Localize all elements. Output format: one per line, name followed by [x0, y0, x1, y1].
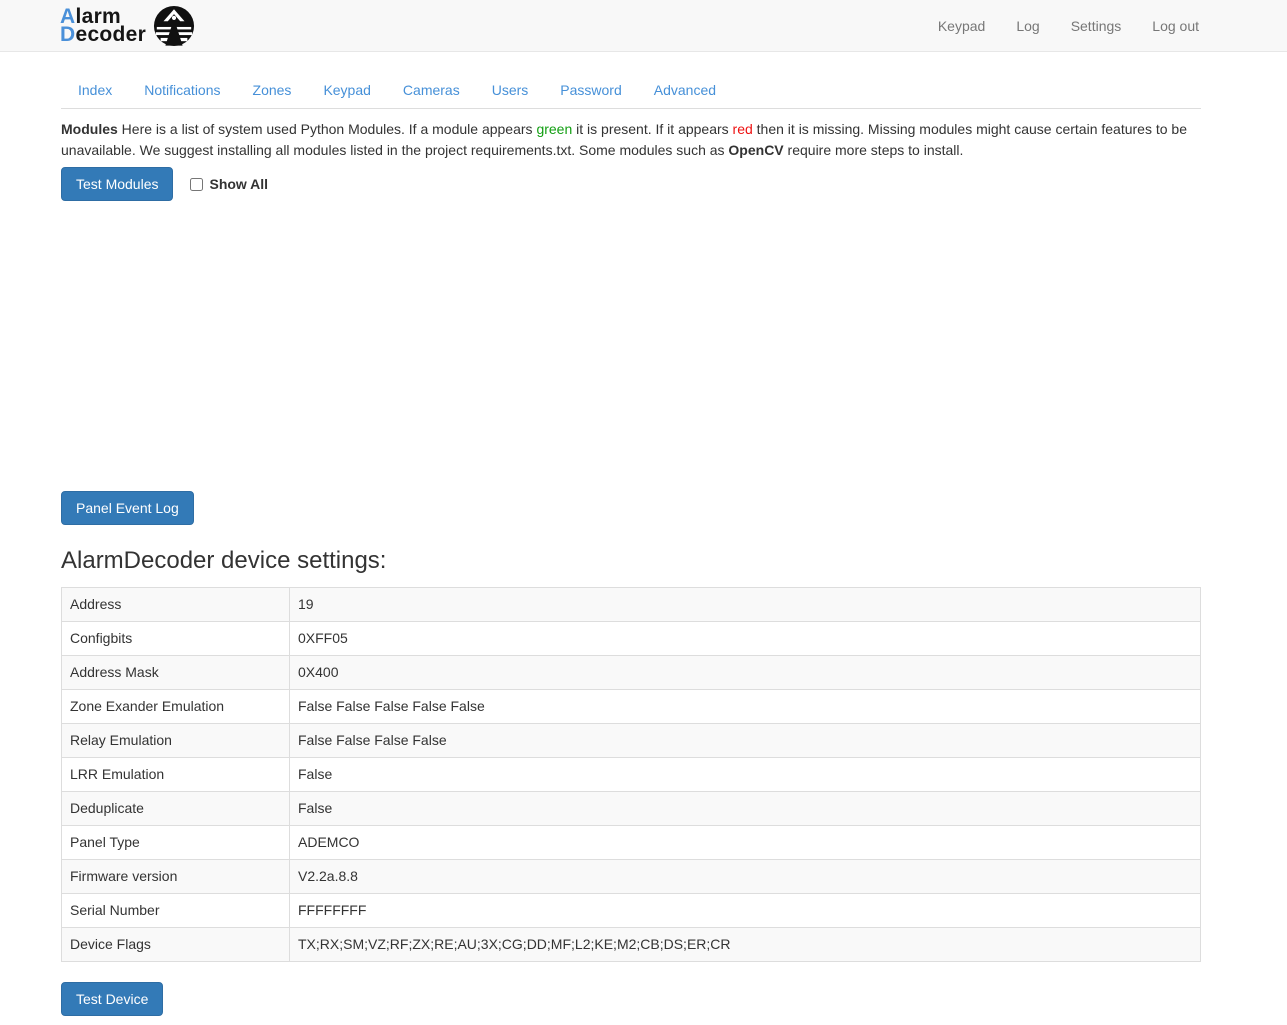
main-content: IndexNotificationsZonesKeypadCamerasUser…	[0, 72, 1201, 1016]
setting-label: Address	[62, 588, 290, 622]
table-row-deduplicate: DeduplicateFalse	[62, 792, 1201, 826]
text-segment: red	[733, 121, 753, 137]
setting-label: Relay Emulation	[62, 724, 290, 758]
setting-value: False	[290, 792, 1201, 826]
setting-value: 0XFF05	[290, 622, 1201, 656]
device-settings-table-body: Address19Configbits0XFF05Address Mask0X4…	[62, 588, 1201, 962]
setting-label: LRR Emulation	[62, 758, 290, 792]
tab-bar: IndexNotificationsZonesKeypadCamerasUser…	[61, 72, 1201, 109]
navbar-link-log[interactable]: Log	[1016, 18, 1039, 34]
setting-label: Panel Type	[62, 826, 290, 860]
show-all-checkbox[interactable]	[190, 178, 203, 191]
tab-advanced[interactable]: Advanced	[638, 72, 732, 108]
table-row-relay-emulation: Relay EmulationFalse False False False	[62, 724, 1201, 758]
setting-label: Address Mask	[62, 656, 290, 690]
modules-results-area	[61, 201, 1201, 491]
panel-event-log-button[interactable]: Panel Event Log	[61, 491, 194, 525]
show-all-label: Show All	[209, 176, 268, 192]
table-row-panel-type: Panel TypeADEMCO	[62, 826, 1201, 860]
setting-label: Firmware version	[62, 860, 290, 894]
top-navbar: Alarm Decoder Keypad Log Settings Log out	[0, 0, 1287, 52]
navbar-link-log-out[interactable]: Log out	[1152, 18, 1199, 34]
setting-value: TX;RX;SM;VZ;RF;ZX;RE;AU;3X;CG;DD;MF;L2;K…	[290, 928, 1201, 962]
setting-label: Deduplicate	[62, 792, 290, 826]
tab-zones[interactable]: Zones	[237, 72, 308, 108]
setting-value: 19	[290, 588, 1201, 622]
text-segment: Modules	[61, 121, 118, 137]
show-all-control[interactable]: Show All	[190, 176, 268, 192]
setting-value: False False False False False	[290, 690, 1201, 724]
setting-value: FFFFFFFF	[290, 894, 1201, 928]
tab-password[interactable]: Password	[544, 72, 637, 108]
setting-label: Zone Exander Emulation	[62, 690, 290, 724]
brand-line2: Decoder	[60, 26, 146, 44]
table-row-serial-number: Serial NumberFFFFFFFF	[62, 894, 1201, 928]
table-row-configbits: Configbits0XFF05	[62, 622, 1201, 656]
setting-label: Serial Number	[62, 894, 290, 928]
navbar-links: Keypad Log Settings Log out	[938, 18, 1199, 34]
navbar-link-keypad[interactable]: Keypad	[938, 18, 985, 34]
tab-users[interactable]: Users	[476, 72, 545, 108]
setting-value: ADEMCO	[290, 826, 1201, 860]
brand-letter-d: D	[60, 23, 75, 46]
text-segment: green	[536, 121, 572, 137]
alarmdecoder-brand[interactable]: Alarm Decoder	[60, 5, 195, 47]
alarmdecoder-lighthouse-icon	[153, 5, 195, 47]
brand-wordmark: Alarm Decoder	[60, 8, 146, 44]
device-settings-heading: AlarmDecoder device settings:	[61, 547, 1201, 575]
setting-value: 0X400	[290, 656, 1201, 690]
table-row-firmware-version: Firmware versionV2.2a.8.8	[62, 860, 1201, 894]
modules-description: Modules Here is a list of system used Py…	[61, 119, 1201, 161]
table-row-zone-exander-emulation: Zone Exander EmulationFalse False False …	[62, 690, 1201, 724]
brand-line2-rest: ecoder	[75, 23, 146, 46]
tab-notifications[interactable]: Notifications	[128, 72, 236, 108]
tab-cameras[interactable]: Cameras	[387, 72, 476, 108]
text-segment: require more steps to install.	[784, 142, 964, 158]
setting-label: Device Flags	[62, 928, 290, 962]
test-device-button[interactable]: Test Device	[61, 982, 163, 1016]
navbar-link-settings[interactable]: Settings	[1071, 18, 1122, 34]
setting-label: Configbits	[62, 622, 290, 656]
device-settings-table: Address19Configbits0XFF05Address Mask0X4…	[61, 587, 1201, 962]
text-segment: OpenCV	[728, 142, 783, 158]
setting-value: False	[290, 758, 1201, 792]
setting-value: False False False False	[290, 724, 1201, 758]
table-row-lrr-emulation: LRR EmulationFalse	[62, 758, 1201, 792]
text-segment: Here is a list of system used Python Mod…	[118, 121, 537, 137]
modules-controls: Test Modules Show All	[61, 167, 1201, 201]
table-row-address: Address19	[62, 588, 1201, 622]
tab-keypad[interactable]: Keypad	[307, 72, 386, 108]
test-modules-button[interactable]: Test Modules	[61, 167, 173, 201]
text-segment: it is present. If it appears	[572, 121, 732, 137]
table-row-address-mask: Address Mask0X400	[62, 656, 1201, 690]
setting-value: V2.2a.8.8	[290, 860, 1201, 894]
tab-index[interactable]: Index	[62, 72, 128, 108]
table-row-device-flags: Device FlagsTX;RX;SM;VZ;RF;ZX;RE;AU;3X;C…	[62, 928, 1201, 962]
